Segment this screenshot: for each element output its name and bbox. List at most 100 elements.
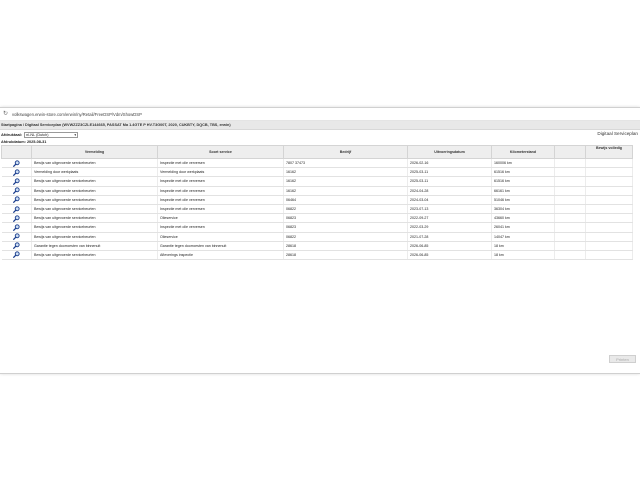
cell-soort-service: Inspectie met olie verversen — [157, 176, 284, 187]
language-label: Afdruktaal: — [1, 132, 23, 137]
language-select[interactable]: nl-NL (Dutch) ▾ — [24, 131, 79, 138]
cell-uitvoeringsdatum: 2022-09-27 — [407, 213, 492, 224]
table-row[interactable]: Vermelding door werkplaats Vermelding doo… — [1, 167, 633, 178]
column-header-bedrijf[interactable]: Bedrijf — [283, 145, 408, 159]
cell-vermelding: Bewijs van uitgevoerde servicebeurten — [31, 186, 158, 196]
cell-soort-service: Olieservice — [157, 232, 284, 242]
cell-empty — [554, 241, 586, 251]
table-row[interactable]: Bewijs van uitgevoerde servicebeurten Ins… — [1, 176, 633, 187]
cell-empty — [554, 167, 586, 178]
row-details-cell[interactable] — [1, 250, 32, 261]
cell-vermelding: Bewijs van uitgevoerde servicebeurten — [31, 204, 158, 215]
column-header-kilometerstand[interactable]: Kilometerstand — [491, 145, 555, 159]
table-row[interactable]: Bewijs van uitgevoerde servicebeurten Ins… — [1, 195, 633, 205]
cell-bedrijf: 06823 — [283, 222, 408, 233]
cell-uitvoeringsdatum: 2023-07-13 — [407, 204, 492, 215]
row-details-cell[interactable] — [1, 204, 32, 215]
url-text[interactable]: volkswagen.erwin-store.com/erwin/ny/Reta… — [12, 112, 142, 117]
table-row[interactable]: Bewijs van uitgevoerde servicebeurten Ins… — [1, 186, 633, 196]
cell-bedrijf: 28618 — [283, 241, 408, 251]
cell-kilometerstand: 36304 km — [491, 204, 555, 215]
cell-kilometerstand: 14047 km — [491, 232, 555, 242]
magnifier-icon[interactable] — [12, 242, 20, 250]
column-header-empty — [554, 145, 586, 159]
cell-empty — [554, 204, 586, 215]
magnifier-icon[interactable] — [12, 187, 20, 195]
table-row[interactable]: Bewijs van uitgevoerde servicebeurten Oli… — [1, 232, 633, 242]
cell-kilometerstand: 51046 km — [491, 195, 555, 205]
cell-kilometerstand: 18 km — [491, 250, 555, 261]
cell-vermelding: Bewijs van uitgevoerde servicebeurten — [31, 176, 158, 187]
address-bar[interactable]: ↻ volkswagen.erwin-store.com/erwin/ny/Re… — [0, 108, 640, 121]
magnifier-icon[interactable] — [12, 224, 20, 231]
row-details-cell[interactable] — [1, 213, 32, 224]
cell-vermelding: Bewijs van uitgevoerde servicebeurten — [31, 195, 158, 205]
cell-vermelding: Bewijs van uitgevoerde servicebeurten — [31, 213, 158, 224]
row-details-cell[interactable] — [1, 176, 32, 187]
cell-empty — [554, 186, 586, 196]
row-details-cell[interactable] — [1, 232, 32, 242]
breadcrumb: Startpagina / Digitaal Serviceplan (WVWZ… — [0, 121, 640, 130]
cell-soort-service: Inspectie met olie verversen — [157, 158, 284, 169]
cell-uitvoeringsdatum: 2026-06-85 — [407, 241, 492, 251]
column-header-soort-service[interactable]: Soort service — [157, 145, 284, 159]
magnifier-icon[interactable] — [12, 205, 20, 213]
column-header-bewijs-volledig[interactable]: Bewijs volledig — [585, 145, 633, 159]
magnifier-icon[interactable] — [12, 196, 20, 204]
cell-uitvoeringsdatum: 2022-03-29 — [407, 222, 492, 233]
table-row[interactable]: Bewijs van uitgevoerde servicebeurten Ins… — [1, 204, 633, 215]
column-header-uitvoeringsdatum[interactable]: Uitvoeringsdatum — [407, 145, 492, 159]
cell-uitvoeringsdatum: 2025-03-11 — [407, 167, 492, 178]
cell-kilometerstand: 61516 km — [491, 176, 555, 187]
magnifier-icon[interactable] — [12, 215, 20, 222]
print-button[interactable]: Printen — [609, 355, 636, 363]
language-select-value: nl-NL (Dutch) — [26, 132, 49, 137]
cell-uitvoeringsdatum: 2025-03-11 — [407, 176, 492, 187]
row-details-cell[interactable] — [1, 186, 32, 196]
cell-kilometerstand: 43660 km — [491, 213, 555, 224]
table-row[interactable]: Bewijs van uitgevoerde servicebeurten Afl… — [1, 250, 633, 261]
cell-soort-service: Vermelding door werkplaats — [157, 167, 284, 178]
magnifier-icon[interactable] — [12, 169, 20, 176]
cell-kilometerstand: 18 km — [491, 241, 555, 251]
row-details-cell[interactable] — [1, 167, 32, 178]
table-row[interactable]: Bewijs van uitgevoerde servicebeurten Ins… — [1, 222, 633, 233]
cell-soort-service: Inspectie met olie verversen — [157, 222, 284, 233]
cell-uitvoeringsdatum: 2024-03-04 — [407, 195, 492, 205]
cell-empty — [554, 213, 586, 224]
chevron-down-icon: ▾ — [74, 132, 77, 137]
table-row[interactable]: Bewijs van uitgevoerde servicebeurten Oli… — [1, 213, 633, 224]
cell-bewijs-volledig — [585, 195, 633, 205]
cell-soort-service: Inspectie met olie verversen — [157, 186, 284, 196]
row-details-cell[interactable] — [1, 222, 32, 233]
table-row[interactable]: Garantie tegen doorroesten van binnenuit… — [1, 241, 633, 251]
row-details-cell[interactable] — [1, 158, 32, 169]
toolbar: Afdruktaal: nl-NL (Dutch) ▾ Digitaal Ser… — [0, 130, 640, 139]
table-row[interactable]: Bewijs van uitgevoerde servicebeurten Ins… — [1, 158, 633, 169]
cell-empty — [554, 250, 586, 261]
magnifier-icon[interactable] — [12, 159, 20, 167]
magnifier-icon[interactable] — [12, 233, 20, 241]
column-header-vermelding[interactable]: Vermelding — [31, 145, 158, 159]
cell-soort-service: Afleverings inspectie — [157, 250, 284, 261]
magnifier-icon[interactable] — [12, 251, 20, 259]
cell-bedrijf: 06464 — [283, 195, 408, 205]
row-details-cell[interactable] — [1, 195, 32, 205]
cell-vermelding: Garantie tegen doorroesten van binnenuit — [31, 241, 158, 251]
cell-soort-service: Inspectie met olie verversen — [157, 204, 284, 215]
cell-vermelding: Bewijs van uitgevoerde servicebeurten — [31, 158, 158, 169]
row-details-cell[interactable] — [1, 241, 32, 251]
cell-uitvoeringsdatum: 2024-04-28 — [407, 186, 492, 196]
cell-kilometerstand: 61516 km — [491, 167, 555, 178]
cell-bedrijf: 16162 — [283, 176, 408, 187]
browser-window: ↻ volkswagen.erwin-store.com/erwin/ny/Re… — [0, 107, 640, 374]
cell-empty — [554, 158, 586, 169]
magnifier-icon[interactable] — [12, 178, 20, 185]
cell-empty — [554, 176, 586, 187]
cell-bedrijf: 16162 — [283, 186, 408, 196]
cell-kilometerstand: 66161 km — [491, 186, 555, 196]
cell-bewijs-volledig — [585, 176, 633, 187]
reload-icon[interactable]: ↻ — [3, 111, 8, 117]
cell-soort-service: Olieservice — [157, 213, 284, 224]
cell-bedrijf: 7807 37473 — [283, 158, 408, 169]
